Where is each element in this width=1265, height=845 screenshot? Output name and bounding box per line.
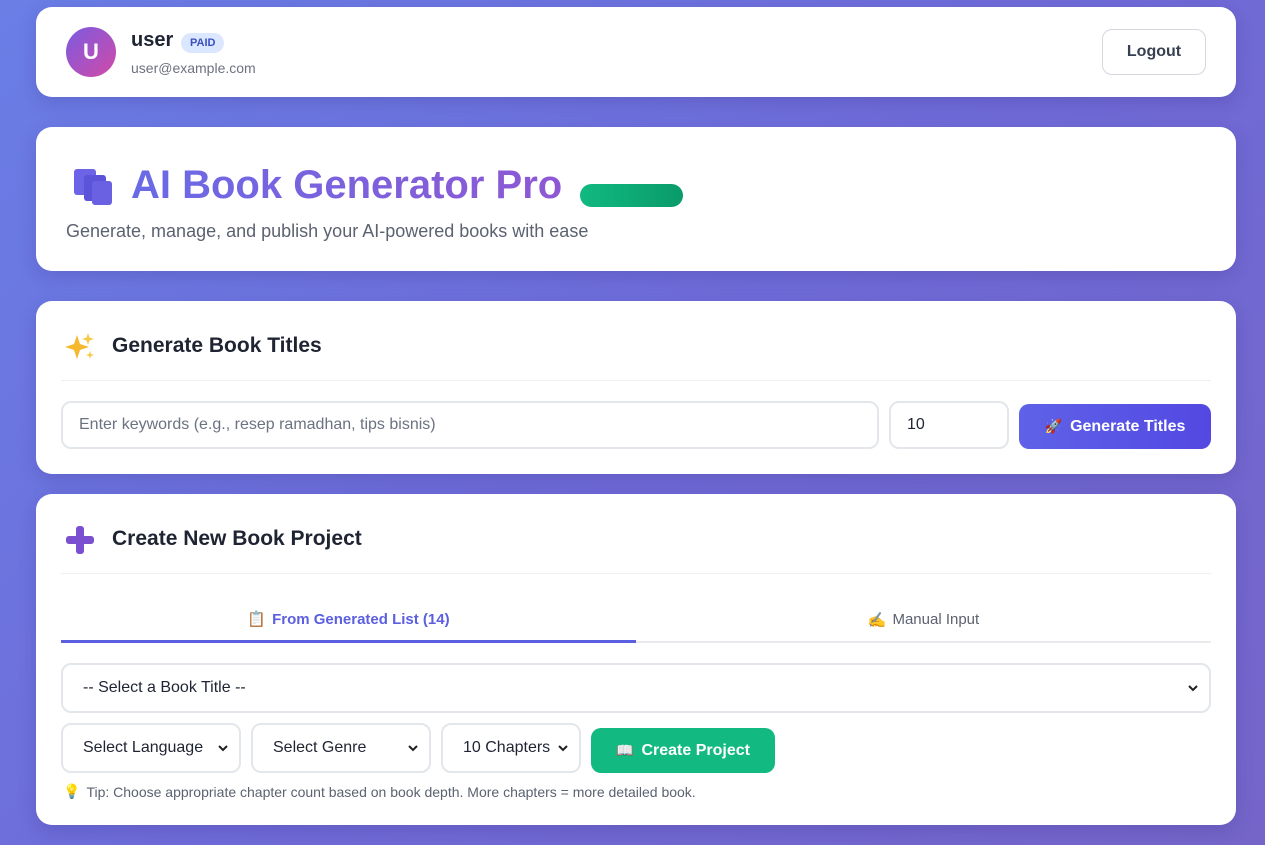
chevron-down-icon (1188, 685, 1198, 692)
tab-generated-list[interactable]: 📋 From Generated List (14) (61, 598, 636, 643)
generate-titles-button[interactable]: 🚀 Generate Titles (1019, 404, 1211, 449)
user-header-card: U user PAID user@example.com Logout (36, 7, 1236, 97)
chevron-down-icon (218, 745, 228, 752)
create-project-heading: Create New Book Project (112, 527, 362, 550)
tab-manual-input-label: Manual Input (892, 611, 980, 628)
title-count-input[interactable] (889, 401, 1009, 449)
plus-icon (64, 524, 96, 556)
create-project-button[interactable]: 📖 Create Project (591, 728, 775, 773)
writing-hand-icon: ✍️ (867, 611, 887, 629)
open-book-icon: 📖 (616, 742, 634, 758)
create-project-card: Create New Book Project 📋 From Generated… (36, 494, 1236, 825)
language-select-value: Select Language (83, 739, 204, 756)
lightbulb-icon: 💡 (63, 783, 81, 799)
chapter-count-select-value: 10 Chapters (463, 739, 551, 756)
user-name: user (131, 29, 174, 51)
book-title-select-value: -- Select a Book Title -- (83, 679, 246, 696)
chapter-tip: 💡 Tip: Choose appropriate chapter count … (63, 783, 696, 800)
plan-badge: PAID (181, 33, 225, 53)
hero-card: AI Book Generator Pro Generate, manage, … (36, 127, 1236, 271)
books-icon (74, 169, 112, 205)
logout-button[interactable]: Logout (1102, 29, 1206, 75)
chapter-count-select[interactable]: 10 Chapters (441, 723, 581, 773)
genre-select-value: Select Genre (273, 739, 367, 756)
user-email: user@example.com (131, 60, 256, 76)
chapter-tip-text: Tip: Choose appropriate chapter count ba… (86, 783, 696, 800)
clipboard-icon: 📋 (247, 611, 267, 628)
project-source-tabs: 📋 From Generated List (14) ✍️ Manual Inp… (61, 598, 1211, 643)
app-title: AI Book Generator Pro (131, 163, 563, 207)
section-divider (61, 573, 1211, 574)
avatar: U (66, 27, 116, 77)
genre-select[interactable]: Select Genre (251, 723, 431, 773)
tab-generated-list-label: From Generated List (14) (272, 610, 450, 628)
rocket-icon: 🚀 (1044, 418, 1063, 434)
keywords-input[interactable] (61, 401, 879, 449)
create-project-label: Create Project (641, 741, 750, 759)
section-divider (61, 380, 1211, 381)
chevron-down-icon (408, 745, 418, 752)
sparkles-icon (64, 331, 96, 363)
book-title-select[interactable]: -- Select a Book Title -- (61, 663, 1211, 713)
status-pill (580, 184, 683, 207)
language-select[interactable]: Select Language (61, 723, 241, 773)
tab-manual-input[interactable]: ✍️ Manual Input (636, 598, 1211, 641)
generate-titles-card: Generate Book Titles 🚀 Generate Titles (36, 301, 1236, 474)
app-subtitle: Generate, manage, and publish your AI-po… (66, 221, 589, 241)
chevron-down-icon (558, 745, 568, 752)
generate-titles-heading: Generate Book Titles (112, 334, 322, 357)
generate-titles-label: Generate Titles (1070, 417, 1186, 435)
